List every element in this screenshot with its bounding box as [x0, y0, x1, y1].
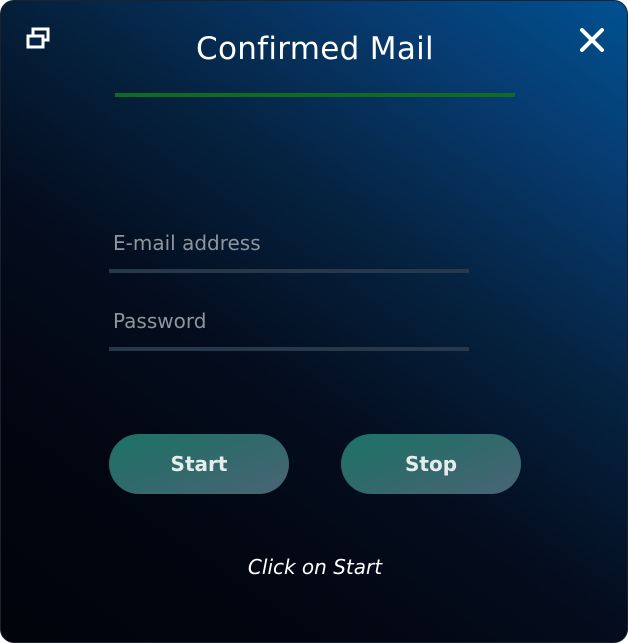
title-underline: [115, 93, 515, 97]
email-field[interactable]: [109, 217, 469, 269]
start-button[interactable]: Start: [109, 434, 289, 494]
login-window: Confirmed Mail Start Stop Click on Start: [0, 0, 628, 643]
window-title: Confirmed Mail: [196, 31, 434, 67]
password-field-container: [109, 295, 469, 351]
restore-window-icon: [26, 27, 50, 49]
close-icon: [580, 28, 604, 52]
close-button[interactable]: [575, 23, 609, 57]
email-field-container: [109, 217, 469, 273]
password-field[interactable]: [109, 295, 469, 347]
status-message: Click on Start: [247, 555, 383, 579]
stop-button[interactable]: Stop: [341, 434, 521, 494]
restore-window-button[interactable]: [25, 27, 53, 53]
